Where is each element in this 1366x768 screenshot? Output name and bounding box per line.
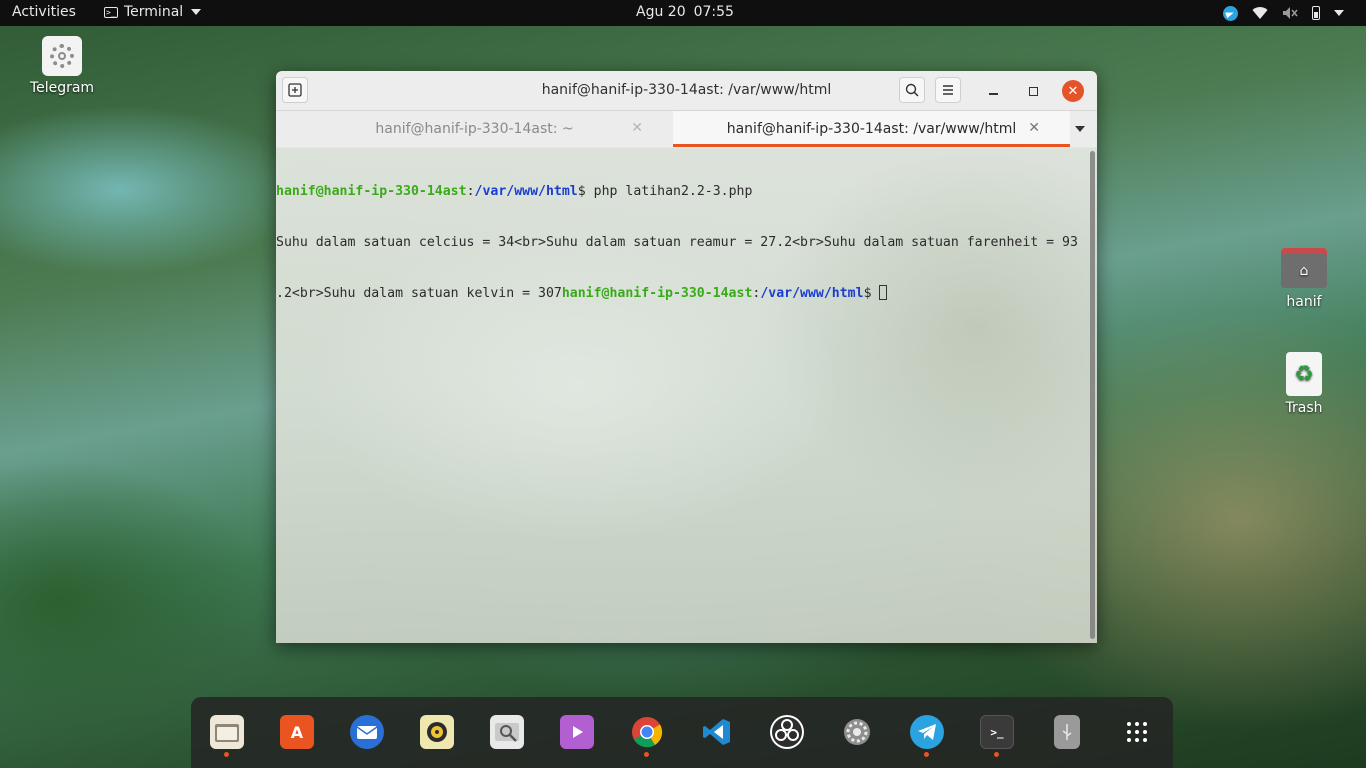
maximize-icon xyxy=(1028,86,1038,96)
tab-home[interactable]: hanif@hanif-ip-330-14ast: ~ ✕ xyxy=(276,111,673,147)
terminal-icon[interactable]: >_ xyxy=(980,715,1014,749)
close-icon: ✕ xyxy=(1067,83,1079,99)
prompt-path: /var/www/html xyxy=(474,184,578,199)
tabs-dropdown-icon[interactable] xyxy=(1075,126,1085,132)
window-title: hanif@hanif-ip-330-14ast: /var/www/html xyxy=(541,82,832,98)
tab-label: hanif@hanif-ip-330-14ast: /var/www/html xyxy=(726,121,1017,137)
rhythmbox-icon[interactable] xyxy=(420,715,454,749)
chevron-down-icon xyxy=(191,9,202,15)
prompt-line: hanif@hanif-ip-330-14ast:/var/www/html$ … xyxy=(276,183,1088,200)
tab-bar: hanif@hanif-ip-330-14ast: ~ ✕ hanif@hani… xyxy=(276,111,1097,148)
show-apps-icon[interactable] xyxy=(1120,715,1154,749)
volume-muted-icon[interactable] xyxy=(1282,5,1298,21)
maximize-button[interactable] xyxy=(1022,80,1044,102)
desktop-icon-label: Trash xyxy=(1285,400,1323,416)
desktop-icon-label: hanif xyxy=(1286,294,1322,310)
minimize-button[interactable] xyxy=(982,80,1004,102)
close-tab-icon[interactable]: ✕ xyxy=(631,120,643,136)
battery-icon[interactable] xyxy=(1312,6,1320,20)
app-menu-label: Terminal xyxy=(124,4,184,20)
settings-icon[interactable] xyxy=(840,715,874,749)
image-viewer-icon[interactable] xyxy=(490,715,524,749)
chrome-icon[interactable] xyxy=(630,715,664,749)
prompt-separator: : xyxy=(466,184,475,199)
prompt-user: hanif@hanif-ip-330-14ast xyxy=(276,184,467,199)
prompt-user: hanif@hanif-ip-330-14ast xyxy=(561,286,753,301)
close-tab-icon[interactable]: ✕ xyxy=(1028,120,1040,136)
desktop-icon-trash[interactable]: ♻ Trash xyxy=(1268,352,1340,416)
software-icon[interactable]: A xyxy=(280,715,314,749)
text-cursor xyxy=(879,285,888,300)
usb-drive-icon[interactable] xyxy=(1054,715,1080,749)
dock: A >_ xyxy=(191,697,1173,768)
window-titlebar[interactable]: hanif@hanif-ip-330-14ast: /var/www/html … xyxy=(276,71,1097,111)
scrollbar[interactable] xyxy=(1090,151,1095,639)
videos-icon[interactable] xyxy=(560,715,594,749)
output-line: Suhu dalam satuan celcius = 34<br>Suhu d… xyxy=(276,235,1078,250)
activities-button[interactable]: Activities xyxy=(12,4,76,20)
running-indicator xyxy=(644,752,649,757)
thunderbird-icon[interactable] xyxy=(350,715,384,749)
gear-icon xyxy=(42,36,82,76)
output-text: .2<br>Suhu dalam satuan kelvin = 307 xyxy=(276,286,562,301)
terminal-output[interactable]: hanif@hanif-ip-330-14ast:/var/www/html$ … xyxy=(276,147,1097,643)
wifi-icon[interactable] xyxy=(1252,5,1268,21)
running-indicator xyxy=(224,752,229,757)
minimize-icon xyxy=(988,93,998,95)
desktop-icon-label: Telegram xyxy=(29,80,95,96)
close-button[interactable]: ✕ xyxy=(1062,80,1084,102)
vscode-icon[interactable] xyxy=(700,715,734,749)
files-icon[interactable] xyxy=(210,715,244,749)
prompt-end: $ xyxy=(863,286,880,301)
telegram-icon[interactable] xyxy=(910,715,944,749)
trash-icon: ♻ xyxy=(1286,352,1322,396)
desktop-icon-telegram[interactable]: Telegram xyxy=(22,36,102,96)
clock[interactable]: Agu 20 07:55 xyxy=(636,4,734,20)
prompt-path: /var/www/html xyxy=(760,286,864,301)
chevron-down-icon[interactable] xyxy=(1334,10,1344,16)
clock-date: Agu 20 xyxy=(636,4,686,20)
obs-icon[interactable] xyxy=(770,715,804,749)
tab-label: hanif@hanif-ip-330-14ast: ~ xyxy=(375,121,574,137)
desktop-icon-home[interactable]: ⌂ hanif xyxy=(1268,248,1340,310)
running-indicator xyxy=(924,752,929,757)
tab-html[interactable]: hanif@hanif-ip-330-14ast: /var/www/html … xyxy=(673,111,1070,147)
top-bar: Activities >_ Terminal Agu 20 07:55 xyxy=(0,0,1366,26)
command-text: php latihan2.2-3.php xyxy=(593,184,753,199)
terminal-window: hanif@hanif-ip-330-14ast: /var/www/html … xyxy=(276,71,1097,643)
hamburger-menu-button[interactable] xyxy=(935,77,961,103)
terminal-icon: >_ xyxy=(104,6,118,18)
system-tray[interactable] xyxy=(1223,5,1344,21)
prompt-end: $ xyxy=(577,184,594,199)
running-indicator xyxy=(994,752,999,757)
clock-time: 07:55 xyxy=(693,4,734,20)
hamburger-icon xyxy=(943,85,953,95)
app-menu[interactable]: >_ Terminal xyxy=(104,4,202,20)
search-button[interactable] xyxy=(899,77,925,103)
output-line-with-prompt: .2<br>Suhu dalam satuan kelvin = 307hani… xyxy=(276,285,1088,302)
home-folder-icon: ⌂ xyxy=(1281,248,1327,288)
search-icon xyxy=(905,83,919,97)
telegram-tray-icon[interactable] xyxy=(1223,5,1238,21)
